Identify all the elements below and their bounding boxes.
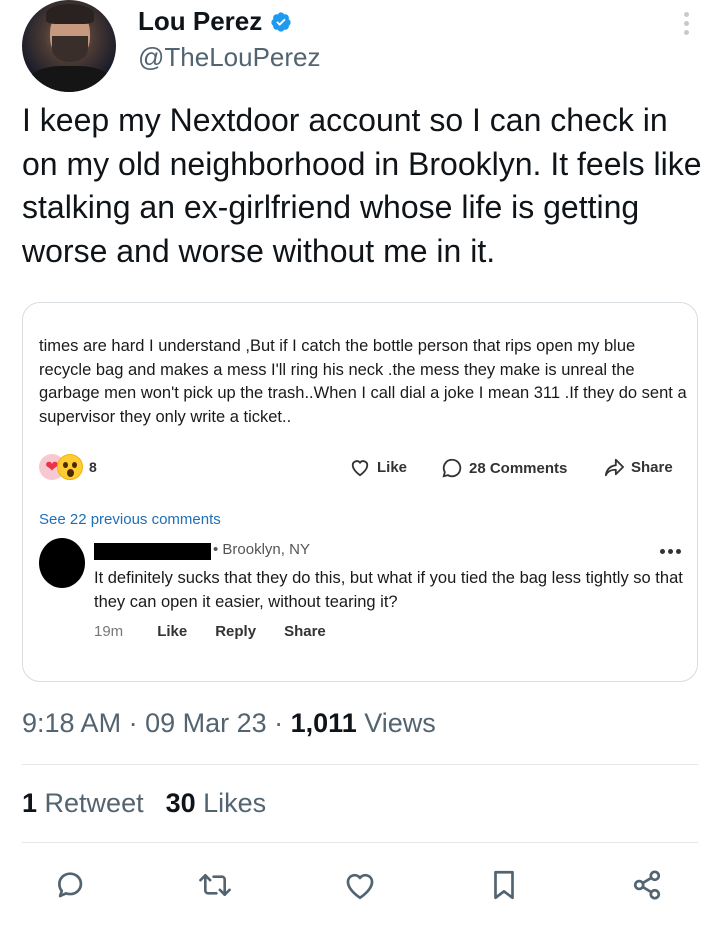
retweets-count: 1 [22, 788, 38, 818]
share-button[interactable] [628, 866, 666, 904]
comment-bubble-icon [442, 458, 462, 478]
comment-meta: 19m Like Reply Share [94, 623, 354, 640]
verified-badge-icon [271, 11, 291, 32]
post-share-button: Share [603, 457, 673, 477]
commenter-avatar [39, 538, 85, 588]
reply-icon [58, 872, 83, 898]
tweet-action-bar [22, 862, 698, 908]
likes-stat[interactable]: 30 Likes [166, 788, 267, 818]
tweet-text: I keep my Nextdoor account so I can chec… [22, 102, 702, 269]
reaction-count: 8 [89, 459, 97, 475]
post-share-label: Share [631, 458, 673, 476]
comment-share-link: Share [284, 623, 326, 640]
retweets-stat[interactable]: 1 Retweet [22, 788, 144, 818]
tweet-timestamp-row: 9:18 AM · 09 Mar 23 · 1,011 Views [22, 708, 436, 739]
like-button[interactable] [341, 866, 379, 904]
views-label: Views [356, 708, 436, 738]
embedded-screenshot-card[interactable]: times are hard I understand ,But if I ca… [22, 302, 698, 682]
tweet-header: Lou Perez @TheLouPerez [22, 0, 698, 92]
like-icon [346, 873, 374, 900]
meta-separator: · [266, 708, 291, 738]
divider [22, 764, 698, 765]
redacted-commenter-name [94, 543, 211, 560]
share-icon [633, 870, 661, 900]
see-previous-comments-link: See 22 previous comments [39, 511, 221, 528]
name-row: Lou Perez [138, 6, 292, 37]
nextdoor-post-text: times are hard I understand ,But if I ca… [39, 337, 687, 426]
author-display-name[interactable]: Lou Perez [138, 6, 262, 37]
tweet-date[interactable]: 09 Mar 23 [145, 708, 267, 738]
likes-label: Likes [195, 788, 267, 818]
comment-like-link: Like [157, 623, 188, 640]
reply-button[interactable] [51, 866, 89, 904]
avatar-shirt [28, 66, 112, 92]
likes-count: 30 [165, 788, 196, 818]
comment-reply-link: Reply [215, 623, 257, 640]
post-like-button: Like [349, 457, 407, 477]
post-comments-label: 28 Comments [469, 459, 568, 477]
bookmark-icon [494, 870, 514, 900]
comment-text: It definitely sucks that they do this, b… [94, 569, 683, 611]
post-like-label: Like [377, 458, 408, 476]
post-comments-button: 28 Comments [441, 457, 567, 479]
retweets-label: Retweet [37, 788, 144, 818]
avatar-beard [52, 36, 88, 62]
comment-more-icon [657, 549, 681, 554]
heart-icon [351, 460, 369, 477]
views-count: 1,011 [290, 708, 357, 738]
wow-reaction-icon [57, 454, 83, 480]
retweet-button[interactable] [196, 866, 234, 904]
engagement-stats: 1 Retweet 30 Likes [22, 788, 266, 819]
retweet-icon [199, 873, 231, 897]
share-arrow-icon [604, 458, 624, 477]
author-handle[interactable]: @TheLouPerez [138, 42, 321, 73]
commenter-location: • Brooklyn, NY [213, 541, 310, 558]
comment-time: 19m [94, 623, 124, 640]
reactions-summary: ❤ 8 [39, 453, 97, 481]
avatar-hair [46, 4, 94, 24]
more-vertical-icon[interactable] [680, 12, 692, 40]
divider [22, 842, 698, 843]
bookmark-button[interactable] [485, 866, 523, 904]
tweet-time[interactable]: 9:18 AM [22, 708, 121, 738]
author-avatar[interactable] [22, 0, 116, 92]
meta-separator: · [121, 708, 146, 738]
